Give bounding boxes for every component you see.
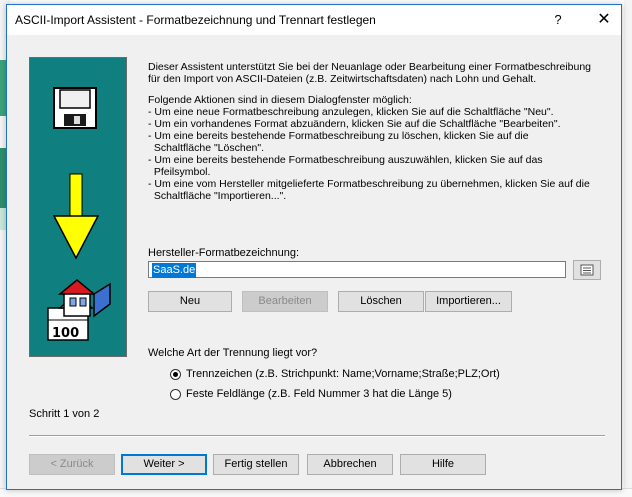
radio-label: Feste Feldlänge (z.B. Feld Nummer 3 hat … <box>186 388 452 400</box>
format-label: Hersteller-Formatbezeichnung: <box>148 247 300 259</box>
background-app-right-edge <box>624 0 632 496</box>
illustration-panel: 100 <box>29 57 127 357</box>
actions-line: - Um eine neue Formatbeschreibung anzule… <box>148 106 554 118</box>
ascii-import-dialog: ASCII-Import Assistent - Formatbezeichnu… <box>6 4 622 490</box>
actions-line: - Um eine vom Hersteller mitgelieferte F… <box>148 178 590 190</box>
actions-line: - Um eine bereits bestehende Formatbesch… <box>148 130 529 142</box>
actions-line: Schaltfläche "Importieren...". <box>148 190 287 202</box>
next-button[interactable]: Weiter > <box>121 454 207 475</box>
loeschen-button[interactable]: Löschen <box>338 291 424 312</box>
intro-line: für den Import von ASCII-Dateien (z.B. Z… <box>148 73 537 85</box>
back-button[interactable]: < Zurück <box>29 454 115 475</box>
radio-button[interactable] <box>170 389 181 400</box>
separation-question: Welche Art der Trennung liegt vor? <box>148 347 318 359</box>
description-text: Dieser Assistent unterstützt Sie bei der… <box>148 61 608 211</box>
house-and-calendar-icon: 100 <box>47 279 111 341</box>
radio-label: Trennzeichen (z.B. Strichpunkt: Name;Vor… <box>186 368 500 380</box>
help-title-button[interactable]: ? <box>544 5 572 35</box>
step-indicator: Schritt 1 von 2 <box>29 408 100 420</box>
help-button[interactable]: Hilfe <box>400 454 486 475</box>
intro-line: Dieser Assistent unterstützt Sie bei der… <box>148 61 592 73</box>
close-button[interactable]: ✕ <box>589 5 619 35</box>
cancel-button[interactable]: Abbrechen <box>307 454 393 475</box>
actions-line: Pfeilsymbol. <box>148 166 211 178</box>
format-name-value: SaaS.de <box>152 263 197 278</box>
actions-line: - Um ein vorhandenes Format abzuändern, … <box>148 118 561 130</box>
importieren-button[interactable]: Importieren... <box>425 291 512 312</box>
actions-line: Schaltfläche "Löschen". <box>148 142 265 154</box>
floppy-disk-icon <box>53 87 97 129</box>
arrow-down-icon <box>52 173 100 260</box>
separator-line <box>29 435 605 437</box>
calendar-number: 100 <box>52 326 79 341</box>
radio-button-selected[interactable] <box>170 369 181 380</box>
finish-button[interactable]: Fertig stellen <box>213 454 299 475</box>
actions-line: - Um eine bereits bestehende Formatbesch… <box>148 154 543 166</box>
actions-line: Folgende Aktionen sind in diesem Dialogf… <box>148 94 412 106</box>
dialog-title: ASCII-Import Assistent - Formatbezeichnu… <box>15 13 376 27</box>
list-icon <box>580 264 594 276</box>
format-select-button[interactable] <box>573 260 601 280</box>
bearbeiten-button[interactable]: Bearbeiten <box>242 291 328 312</box>
format-name-combobox[interactable]: SaaS.de <box>148 261 566 278</box>
neu-button[interactable]: Neu <box>148 291 232 312</box>
title-bar: ASCII-Import Assistent - Formatbezeichnu… <box>7 5 621 35</box>
